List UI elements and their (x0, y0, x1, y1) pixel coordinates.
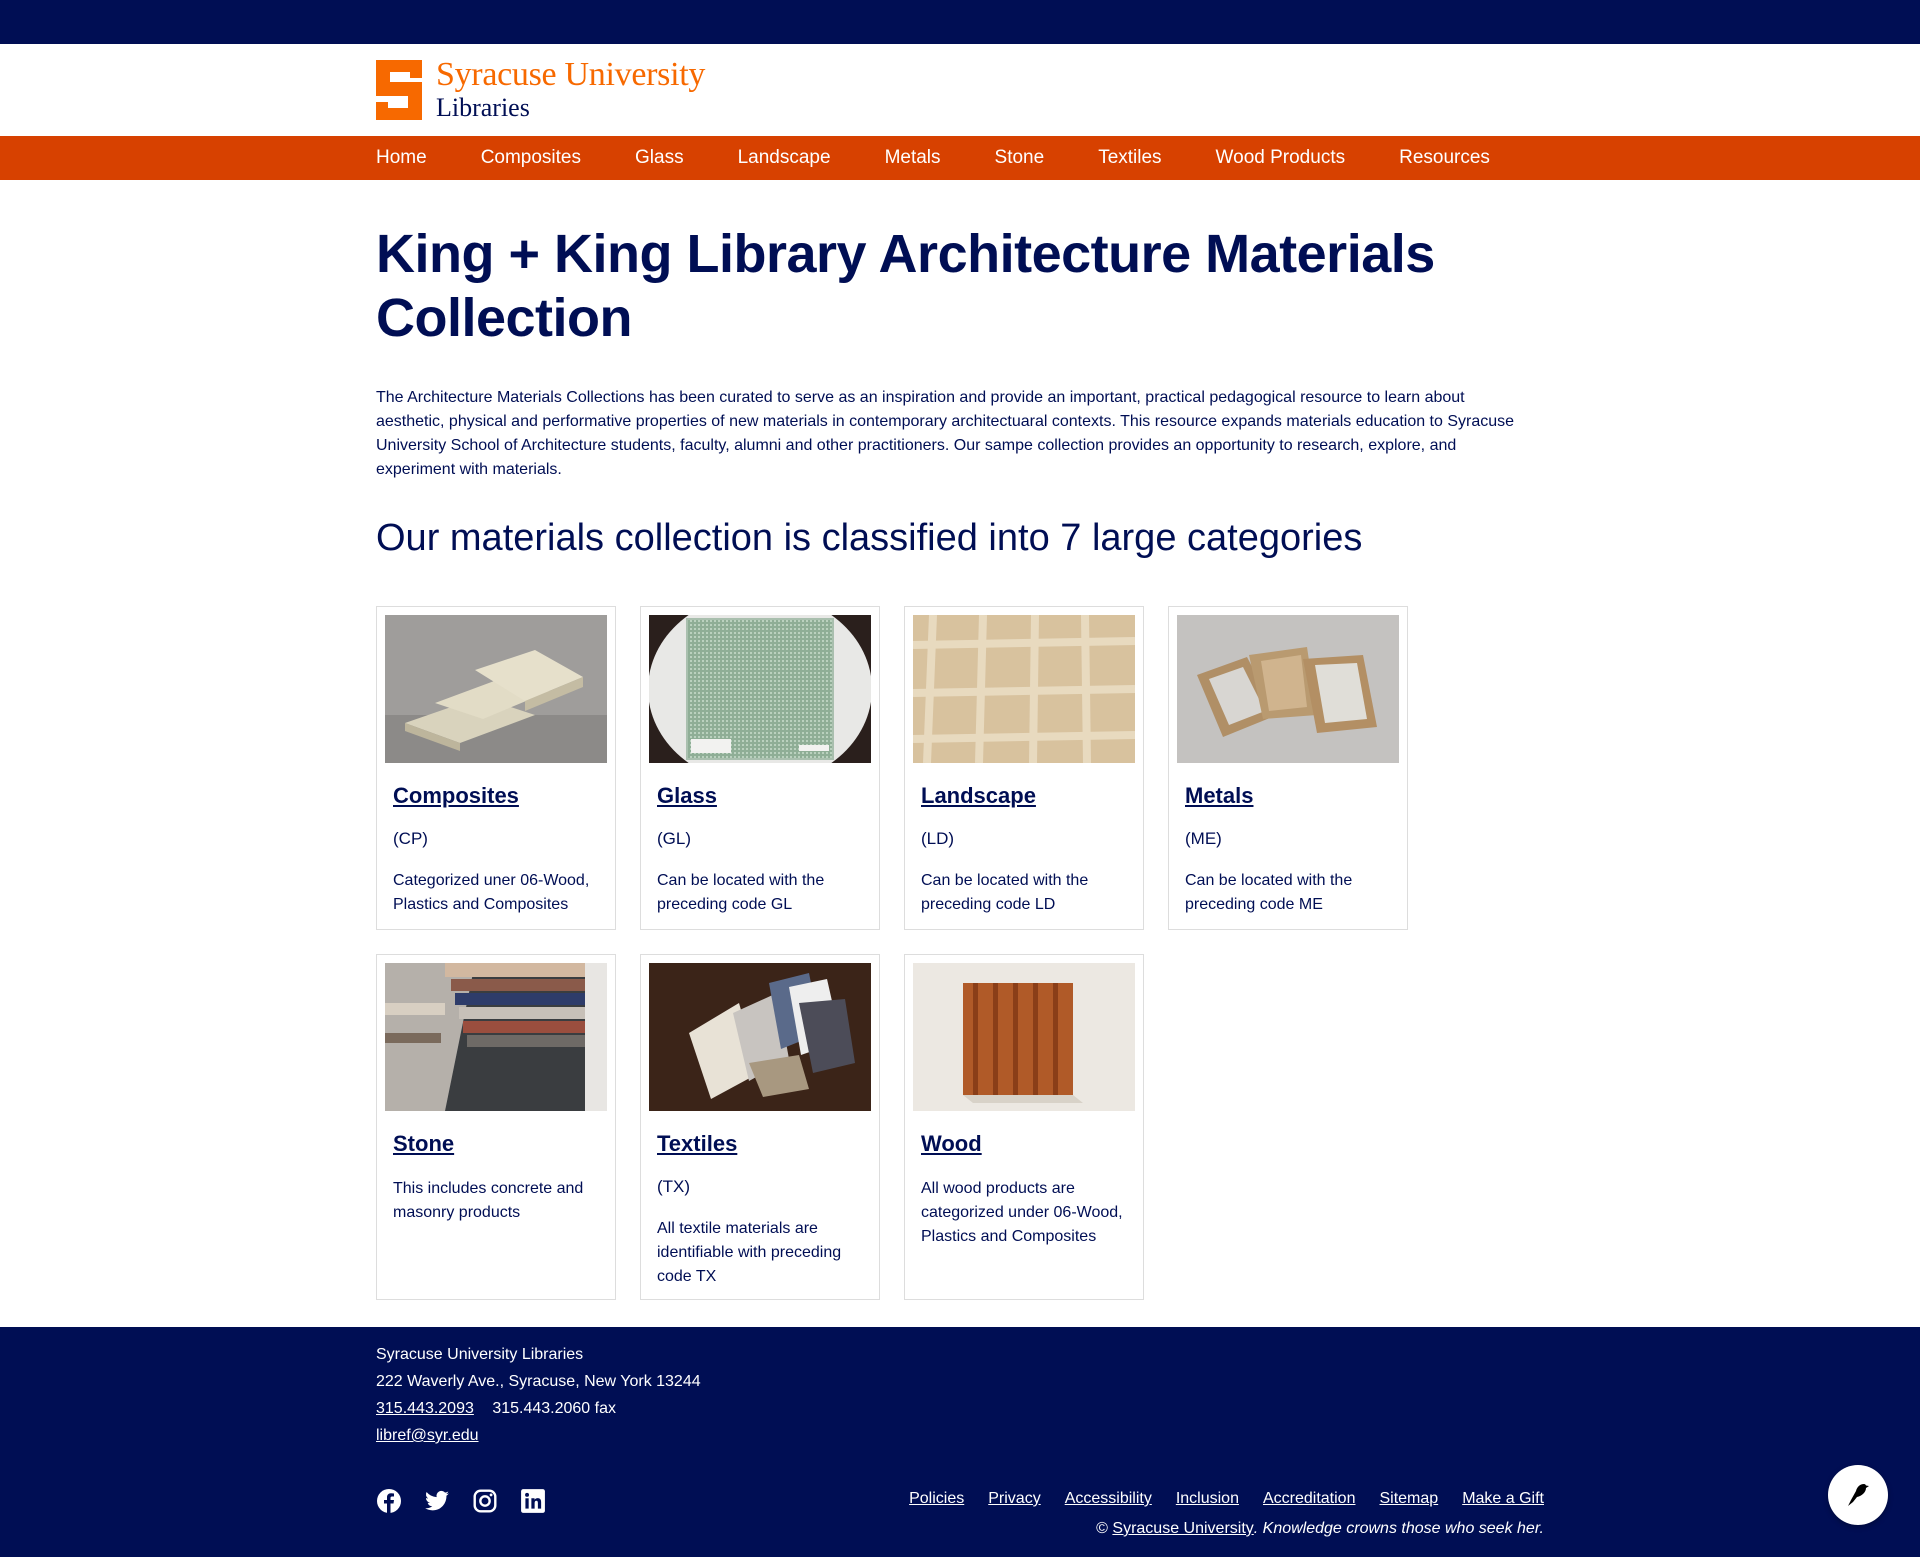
category-card-textiles: Textiles (TX) All textile materials are … (640, 954, 880, 1300)
category-description: All wood products are categorized under … (921, 1180, 1123, 1245)
category-description: Categorized uner 06-Wood, Plastics and C… (393, 872, 590, 913)
section-subtitle: Our materials collection is classified i… (376, 517, 1363, 559)
main-content: King + King Library Architecture Materia… (376, 180, 1544, 1300)
category-description: All textile materials are identifiable w… (657, 1220, 842, 1285)
nav-textiles[interactable]: Textiles (1098, 147, 1161, 169)
footer-link-sitemap[interactable]: Sitemap (1379, 1490, 1438, 1508)
category-card-composites: Composites (CP) Categorized uner 06-Wood… (376, 606, 616, 930)
top-bar (0, 0, 1920, 44)
footer-link-policies[interactable]: Policies (909, 1490, 964, 1508)
footer-link-make-a-gift[interactable]: Make a Gift (1462, 1490, 1544, 1508)
instagram-icon[interactable] (472, 1486, 520, 1516)
category-code: (CP) (393, 829, 428, 848)
landscape-mesh-photo[interactable] (913, 615, 1135, 763)
logo-link[interactable]: Syracuse University Libraries (376, 58, 705, 121)
composite-blocks-photo[interactable] (385, 615, 607, 763)
intro-paragraph: The Architecture Materials Collections h… (376, 389, 1515, 478)
category-link-textiles[interactable]: Textiles (657, 1131, 737, 1157)
chat-widget-button[interactable] (1828, 1465, 1888, 1525)
footer-address: 222 Waverly Ave., Syracuse, New York 132… (376, 1373, 701, 1390)
site-footer: Syracuse University Libraries 222 Waverl… (0, 1327, 1920, 1557)
footer-link-accreditation[interactable]: Accreditation (1263, 1490, 1356, 1508)
category-code: (TX) (657, 1177, 691, 1196)
nav-landscape[interactable]: Landscape (738, 147, 831, 169)
category-description: Can be located with the preceding code G… (657, 872, 825, 913)
logo-text: Syracuse University Libraries (436, 58, 705, 121)
category-link-glass[interactable]: Glass (657, 783, 717, 809)
category-card-landscape: Landscape (LD) Can be located with the p… (904, 606, 1144, 930)
su-block-s-logo-icon (376, 59, 422, 120)
social-links (376, 1486, 568, 1516)
stone-samples-photo[interactable] (385, 963, 607, 1111)
footer-email-link[interactable]: libref@syr.edu (376, 1427, 479, 1444)
footer-links: Policies Privacy Accessibility Inclusion… (885, 1490, 1544, 1508)
category-link-composites[interactable]: Composites (393, 783, 519, 809)
main-nav: Home Composites Glass Landscape Metals S… (0, 136, 1920, 180)
copyright-symbol: © (1096, 1520, 1108, 1537)
category-code: (GL) (657, 829, 691, 848)
facebook-icon[interactable] (376, 1486, 424, 1516)
category-link-metals[interactable]: Metals (1185, 783, 1253, 809)
footer-fax: 315.443.2060 fax (492, 1400, 616, 1417)
nav-composites[interactable]: Composites (481, 147, 581, 169)
footer-phone-row: 315.443.2093 315.443.2060 fax (376, 1400, 1544, 1418)
nav-metals[interactable]: Metals (885, 147, 941, 169)
footer-motto: . Knowledge crowns those who seek her. (1253, 1520, 1544, 1537)
category-link-stone[interactable]: Stone (393, 1131, 454, 1157)
glass-panel-photo[interactable] (649, 615, 871, 763)
footer-link-privacy[interactable]: Privacy (988, 1490, 1040, 1508)
nav-glass[interactable]: Glass (635, 147, 684, 169)
category-description: Can be located with the preceding code M… (1185, 872, 1353, 913)
footer-link-accessibility[interactable]: Accessibility (1065, 1490, 1152, 1508)
category-code: (LD) (921, 829, 955, 848)
footer-link-inclusion[interactable]: Inclusion (1176, 1490, 1239, 1508)
site-header: Syracuse University Libraries (0, 44, 1920, 136)
logo-line1: Syracuse University (436, 56, 706, 93)
nav-stone[interactable]: Stone (995, 147, 1045, 169)
category-link-wood[interactable]: Wood (921, 1131, 982, 1157)
logo-line2: Libraries (436, 93, 530, 122)
category-card-glass: Glass (GL) Can be located with the prece… (640, 606, 880, 930)
textile-swatches-photo[interactable] (649, 963, 871, 1111)
category-grid: Composites (CP) Categorized uner 06-Wood… (376, 606, 1544, 1300)
nav-home[interactable]: Home (376, 147, 427, 169)
twitter-icon[interactable] (424, 1486, 472, 1516)
category-description: This includes concrete and masonry produ… (393, 1180, 584, 1221)
page-title: King + King Library Architecture Materia… (376, 224, 1435, 348)
category-card-wood: Wood All wood products are categorized u… (904, 954, 1144, 1300)
nav-wood-products[interactable]: Wood Products (1216, 147, 1346, 169)
category-card-metals: Metals (ME) Can be located with the prec… (1168, 606, 1408, 930)
category-link-landscape[interactable]: Landscape (921, 783, 1036, 809)
footer-link-syracuse-university[interactable]: Syracuse University (1112, 1520, 1253, 1537)
bird-icon (1848, 1484, 1869, 1506)
category-description: Can be located with the preceding code L… (921, 872, 1089, 913)
footer-org-name: Syracuse University Libraries (376, 1346, 584, 1363)
footer-phone-link[interactable]: 315.443.2093 (376, 1400, 474, 1417)
footer-copyright: © Syracuse University. Knowledge crowns … (1096, 1520, 1544, 1538)
metal-samples-photo[interactable] (1177, 615, 1399, 763)
wood-slats-photo[interactable] (913, 963, 1135, 1111)
category-code: (ME) (1185, 829, 1222, 848)
nav-resources[interactable]: Resources (1399, 147, 1490, 169)
category-card-stone: Stone This includes concrete and masonry… (376, 954, 616, 1300)
linkedin-icon[interactable] (520, 1486, 568, 1516)
footer-email-row: libref@syr.edu (376, 1427, 1544, 1445)
